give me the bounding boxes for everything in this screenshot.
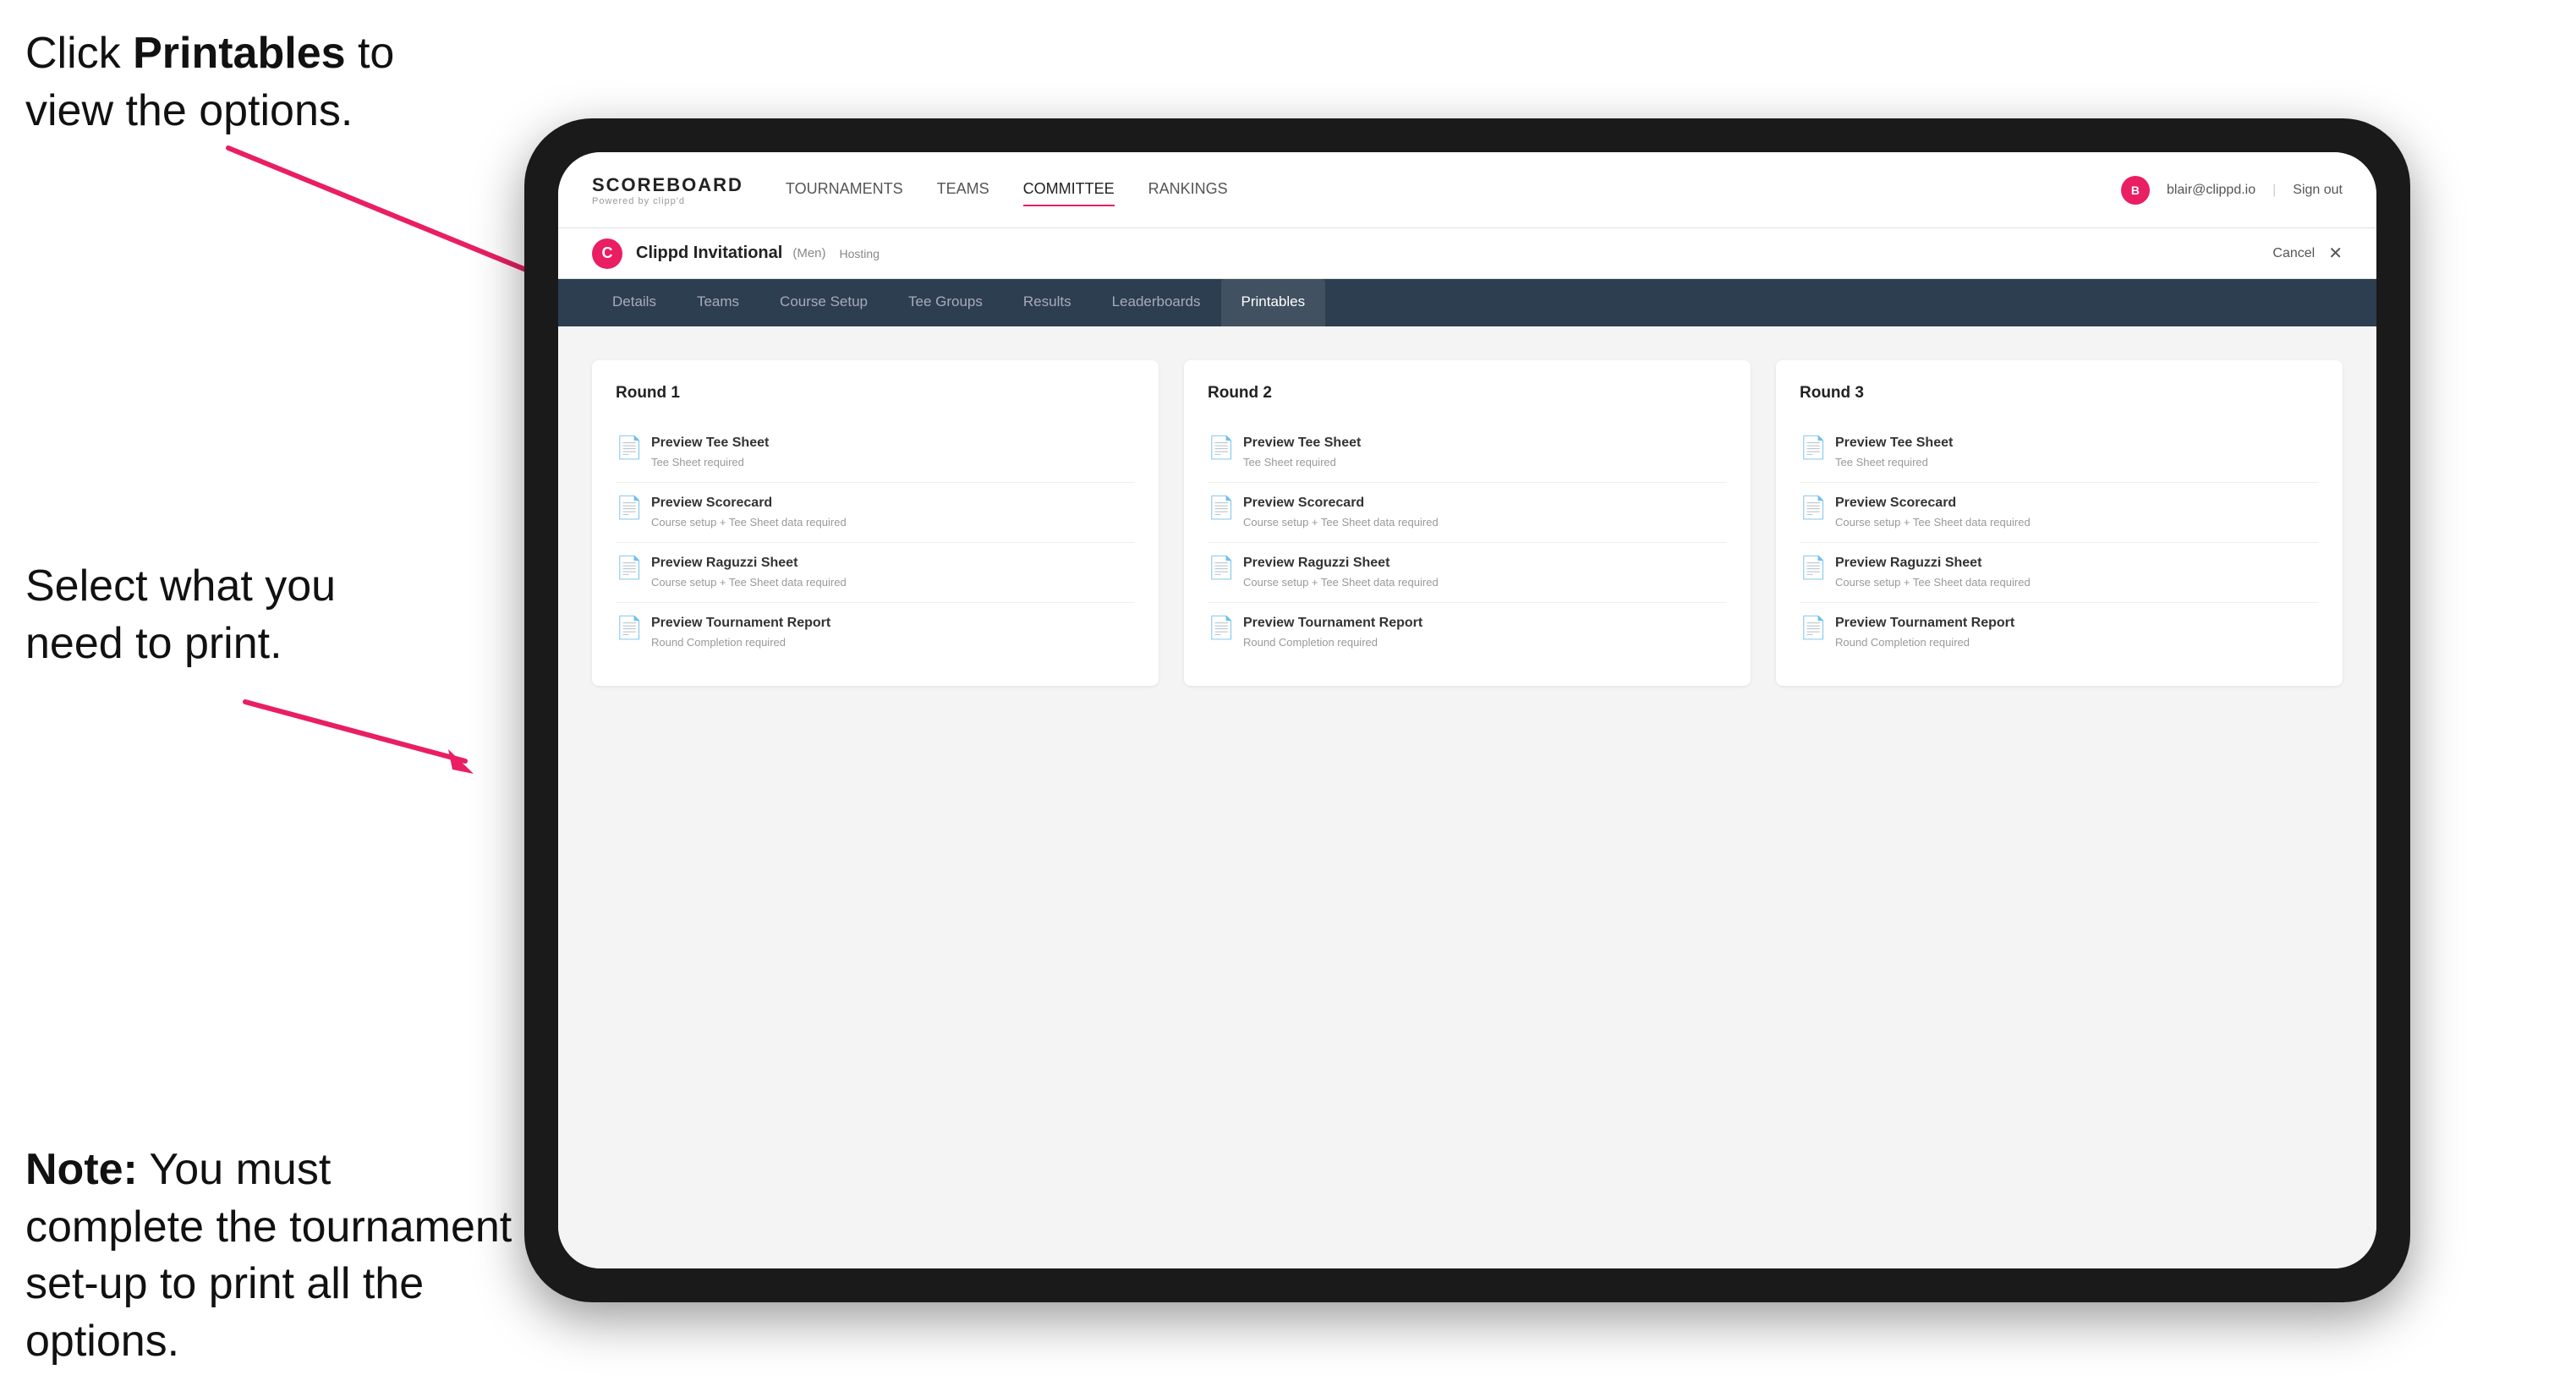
- item-title: Preview Raguzzi Sheet: [1835, 555, 2031, 572]
- round-3-tee-sheet[interactable]: 📄 Preview Tee Sheet Tee Sheet required: [1800, 423, 2319, 483]
- round-3-tournament-report[interactable]: 📄 Preview Tournament Report Round Comple…: [1800, 603, 2319, 662]
- sign-out-link[interactable]: Sign out: [2293, 183, 2343, 198]
- item-subtitle: Round Completion required: [1243, 635, 1422, 650]
- item-subtitle: Course setup + Tee Sheet data required: [1835, 575, 2031, 590]
- round-3-column: Round 3 📄 Preview Tee Sheet Tee Sheet re…: [1776, 360, 2343, 686]
- round-3-scorecard[interactable]: 📄 Preview Scorecard Course setup + Tee S…: [1800, 483, 2319, 543]
- round-1-tournament-report[interactable]: 📄 Preview Tournament Report Round Comple…: [616, 603, 1135, 662]
- round-2-tournament-report[interactable]: 📄 Preview Tournament Report Round Comple…: [1208, 603, 1727, 662]
- user-avatar: B: [2121, 176, 2150, 205]
- brand: SCOREBOARD Powered by clipp'd: [592, 174, 743, 206]
- item-subtitle: Round Completion required: [651, 635, 830, 650]
- doc-icon: 📄: [616, 495, 639, 523]
- doc-icon: 📄: [1800, 555, 1823, 583]
- tournament-tag: (Men): [792, 246, 825, 260]
- annotation-bottom: Note: You must complete the tournament s…: [25, 1142, 516, 1370]
- item-title: Preview Scorecard: [1243, 495, 1439, 512]
- arrow-middle-icon: [228, 685, 499, 820]
- app-container: SCOREBOARD Powered by clipp'd TOURNAMENT…: [558, 152, 2376, 1268]
- round-2-scorecard[interactable]: 📄 Preview Scorecard Course setup + Tee S…: [1208, 483, 1727, 543]
- annotation-top: Click Printables toview the options.: [25, 25, 499, 140]
- tab-details[interactable]: Details: [592, 279, 677, 326]
- doc-icon: 📄: [616, 615, 639, 644]
- user-email: blair@clippd.io: [2167, 183, 2255, 198]
- item-subtitle: Course setup + Tee Sheet data required: [1835, 515, 2031, 530]
- item-subtitle: Course setup + Tee Sheet data required: [651, 515, 847, 530]
- round-3-title: Round 3: [1800, 384, 2319, 403]
- tablet-screen: SCOREBOARD Powered by clipp'd TOURNAMENT…: [558, 152, 2376, 1268]
- doc-icon: 📄: [1208, 435, 1231, 463]
- nav-links: TOURNAMENTS TEAMS COMMITTEE RANKINGS: [786, 173, 2121, 206]
- round-2-raguzzi[interactable]: 📄 Preview Raguzzi Sheet Course setup + T…: [1208, 543, 1727, 603]
- tab-tee-groups[interactable]: Tee Groups: [888, 279, 1003, 326]
- cancel-button[interactable]: Cancel: [2272, 246, 2315, 261]
- tab-results[interactable]: Results: [1003, 279, 1092, 326]
- doc-icon: 📄: [1800, 615, 1823, 644]
- item-title: Preview Scorecard: [651, 495, 847, 512]
- doc-icon: 📄: [1800, 435, 1823, 463]
- hosting-badge: Hosting: [840, 247, 880, 260]
- round-3-raguzzi[interactable]: 📄 Preview Raguzzi Sheet Course setup + T…: [1800, 543, 2319, 603]
- doc-icon: 📄: [1800, 495, 1823, 523]
- item-title: Preview Tournament Report: [1835, 615, 2014, 633]
- item-title: Preview Tee Sheet: [1243, 435, 1361, 452]
- tournament-name: Clippd Invitational: [636, 244, 782, 263]
- round-2-tee-sheet[interactable]: 📄 Preview Tee Sheet Tee Sheet required: [1208, 423, 1727, 483]
- doc-icon: 📄: [1208, 495, 1231, 523]
- item-subtitle: Tee Sheet required: [1835, 455, 1953, 470]
- tablet-frame: SCOREBOARD Powered by clipp'd TOURNAMENT…: [524, 118, 2410, 1302]
- annotation-middle: Select what youneed to print.: [25, 558, 499, 672]
- item-title: Preview Scorecard: [1835, 495, 2031, 512]
- item-subtitle: Course setup + Tee Sheet data required: [1243, 515, 1439, 530]
- tab-leaderboards[interactable]: Leaderboards: [1092, 279, 1221, 326]
- round-1-column: Round 1 📄 Preview Tee Sheet Tee Sheet re…: [592, 360, 1159, 686]
- doc-icon: 📄: [1208, 615, 1231, 644]
- nav-teams[interactable]: TEAMS: [937, 173, 989, 206]
- tab-printables[interactable]: Printables: [1221, 279, 1326, 326]
- item-title: Preview Tee Sheet: [1835, 435, 1953, 452]
- tournament-logo: C: [592, 238, 622, 269]
- doc-icon: 📄: [616, 555, 639, 583]
- close-button[interactable]: ✕: [2328, 243, 2343, 264]
- round-1-scorecard[interactable]: 📄 Preview Scorecard Course setup + Tee S…: [616, 483, 1135, 543]
- tab-course-setup[interactable]: Course Setup: [759, 279, 888, 326]
- round-1-title: Round 1: [616, 384, 1135, 403]
- item-subtitle: Course setup + Tee Sheet data required: [651, 575, 847, 590]
- item-subtitle: Round Completion required: [1835, 635, 2014, 650]
- top-nav: SCOREBOARD Powered by clipp'd TOURNAMENT…: [558, 152, 2376, 228]
- brand-title: SCOREBOARD: [592, 174, 743, 196]
- nav-committee[interactable]: COMMITTEE: [1023, 173, 1115, 206]
- item-title: Preview Tee Sheet: [651, 435, 769, 452]
- item-title: Preview Tournament Report: [1243, 615, 1422, 633]
- doc-icon: 📄: [616, 435, 639, 463]
- brand-subtitle: Powered by clipp'd: [592, 196, 743, 206]
- nav-tournaments[interactable]: TOURNAMENTS: [786, 173, 903, 206]
- nav-rankings[interactable]: RANKINGS: [1148, 173, 1228, 206]
- item-subtitle: Tee Sheet required: [1243, 455, 1361, 470]
- tab-teams[interactable]: Teams: [677, 279, 759, 326]
- item-title: Preview Tournament Report: [651, 615, 830, 633]
- round-1-raguzzi[interactable]: 📄 Preview Raguzzi Sheet Course setup + T…: [616, 543, 1135, 603]
- item-subtitle: Tee Sheet required: [651, 455, 769, 470]
- main-content: Round 1 📄 Preview Tee Sheet Tee Sheet re…: [558, 326, 2376, 1268]
- rounds-container: Round 1 📄 Preview Tee Sheet Tee Sheet re…: [592, 360, 2343, 686]
- tab-bar: Details Teams Course Setup Tee Groups Re…: [558, 279, 2376, 326]
- item-title: Preview Raguzzi Sheet: [651, 555, 847, 572]
- item-title: Preview Raguzzi Sheet: [1243, 555, 1439, 572]
- doc-icon: 📄: [1208, 555, 1231, 583]
- round-1-tee-sheet[interactable]: 📄 Preview Tee Sheet Tee Sheet required: [616, 423, 1135, 483]
- separator: |: [2272, 183, 2276, 198]
- round-2-title: Round 2: [1208, 384, 1727, 403]
- item-subtitle: Course setup + Tee Sheet data required: [1243, 575, 1439, 590]
- round-2-column: Round 2 📄 Preview Tee Sheet Tee Sheet re…: [1184, 360, 1751, 686]
- nav-right: B blair@clippd.io | Sign out: [2121, 176, 2343, 205]
- sub-header: C Clippd Invitational (Men) Hosting Canc…: [558, 228, 2376, 279]
- sub-header-right: Cancel ✕: [2272, 243, 2343, 264]
